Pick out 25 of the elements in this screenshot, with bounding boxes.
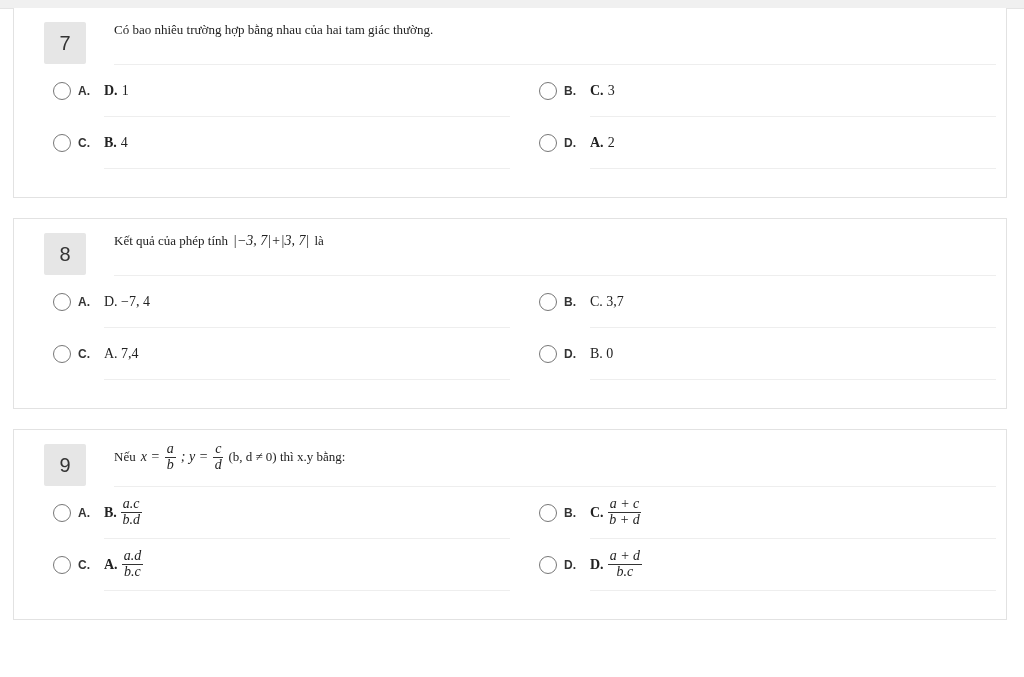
option-letter: C. <box>78 347 91 361</box>
option-text: B. 4 <box>104 134 128 151</box>
question-number: 9 <box>44 444 86 486</box>
option-letter: D. <box>564 558 577 572</box>
option-letter: A. <box>78 506 91 520</box>
option-text: C. 3,7 <box>590 293 624 310</box>
option-letter: C. <box>78 136 91 150</box>
option-text: A. 2 <box>590 134 615 151</box>
question-text: Có bao nhiêu trường hợp bằng nhau của hai tam giác thường. <box>114 22 434 38</box>
option-text: B. 0 <box>590 345 614 362</box>
option-text: D. 1 <box>104 82 129 99</box>
question-number: 8 <box>44 233 86 275</box>
option-letter: B. <box>564 84 577 98</box>
option-text: A. 7,4 <box>104 345 139 362</box>
option-text: C. 3 <box>590 82 615 99</box>
option-letter: B. <box>564 506 577 520</box>
question-number: 7 <box>44 22 86 64</box>
option-letter: D. <box>564 136 577 150</box>
option-letter: A. <box>78 84 91 98</box>
option-letter: C. <box>78 558 91 572</box>
question-text: Kết quả của phép tính |−3, 7|+|3, 7| là <box>114 233 324 249</box>
option-text: D. −7, 4 <box>104 293 150 310</box>
option-letter: A. <box>78 295 91 309</box>
option-letter: B. <box>564 295 577 309</box>
option-letter: D. <box>564 347 577 361</box>
